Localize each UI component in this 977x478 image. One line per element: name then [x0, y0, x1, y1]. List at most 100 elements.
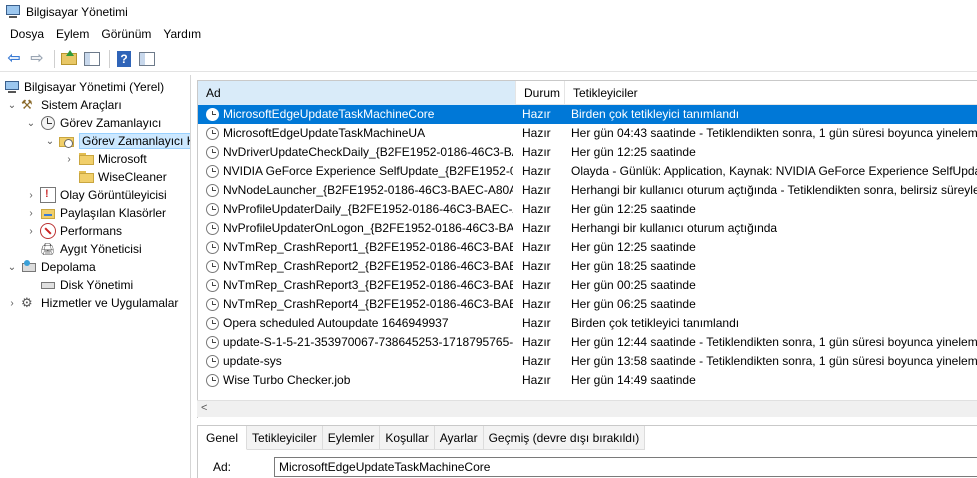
forward-button[interactable]: ⇨ — [27, 49, 47, 69]
tree-item-microsoft[interactable]: › Microsoft — [63, 150, 146, 168]
tree-item-computer-management[interactable]: Bilgisayar Yönetimi (Yerel) — [4, 78, 164, 96]
toolbar: ⇦ ⇨ ? — [0, 46, 977, 72]
tree-item-performance[interactable]: › Performans — [25, 222, 122, 240]
task-trigger-cell: Her gün 00:25 saatinde — [571, 278, 696, 292]
task-status-cell: Hazır — [522, 240, 551, 254]
task-clock-icon — [206, 108, 219, 121]
show-hide-action-pane-button[interactable] — [137, 49, 157, 69]
tree-item-label: Görev Zamanlayıcı K — [79, 133, 190, 149]
tab-actions[interactable]: Eylemler — [322, 426, 381, 450]
tree-item-label: Olay Görüntüleyicisi — [60, 188, 167, 202]
tree-item-task-scheduler[interactable]: ⌄ Görev Zamanlayıcı — [25, 114, 161, 132]
tab-settings[interactable]: Ayarlar — [434, 426, 484, 450]
toolbar-separator — [54, 49, 55, 68]
table-row[interactable]: NvProfileUpdaterDaily_{B2FE1952-0186-46C… — [198, 200, 977, 219]
tab-general[interactable]: Genel — [198, 426, 248, 450]
task-status-cell: Hazır — [522, 259, 551, 273]
tree-item-storage[interactable]: ⌄ Depolama — [6, 258, 96, 276]
table-row[interactable]: NvTmRep_CrashReport3_{B2FE1952-0186-46C3… — [198, 276, 977, 295]
menu-view[interactable]: Görünüm — [95, 24, 157, 44]
back-button[interactable]: ⇦ — [4, 49, 24, 69]
scroll-left-icon[interactable]: < — [201, 402, 207, 414]
task-trigger-cell: Herhangi bir kullanıcı oturum açtığında … — [571, 183, 977, 197]
task-name-cell: Opera scheduled Autoupdate 1646949937 — [223, 316, 449, 330]
chevron-right-icon[interactable]: › — [25, 189, 37, 201]
column-header-name[interactable]: Ad — [198, 81, 516, 105]
task-clock-icon — [206, 355, 219, 368]
table-row[interactable]: MicrosoftEdgeUpdateTaskMachineCore Hazır B… — [198, 105, 977, 124]
menu-action[interactable]: Eylem — [50, 24, 95, 44]
chevron-down-icon[interactable]: ⌄ — [6, 261, 18, 273]
navigation-tree: Bilgisayar Yönetimi (Yerel) ⌄ ⚒ Sistem A… — [0, 75, 191, 478]
table-row[interactable]: update-sys Hazır Her gün 13:58 saatinde - … — [198, 352, 977, 371]
chevron-down-icon[interactable]: ⌄ — [6, 99, 18, 111]
menu-help[interactable]: Yardım — [157, 24, 207, 44]
chevron-right-icon[interactable]: › — [25, 225, 37, 237]
name-field[interactable]: MicrosoftEdgeUpdateTaskMachineCore — [274, 457, 977, 477]
tree-item-task-scheduler-library[interactable]: ⌄ Görev Zamanlayıcı K — [44, 132, 190, 150]
tree-item-services-applications[interactable]: › ⚙ Hizmetler ve Uygulamalar — [6, 294, 178, 312]
task-status-cell: Hazır — [522, 221, 551, 235]
table-row[interactable]: Wise Turbo Checker.job Hazır Her gün 14:49… — [198, 371, 977, 390]
computer-management-icon — [5, 5, 21, 19]
tab-conditions[interactable]: Koşullar — [380, 426, 435, 450]
chevron-right-icon[interactable]: › — [6, 297, 18, 309]
table-row[interactable]: NvTmRep_CrashReport2_{B2FE1952-0186-46C3… — [198, 257, 977, 276]
tree-item-wisecleaner[interactable]: WiseCleaner — [78, 168, 167, 186]
chevron-down-icon[interactable]: ⌄ — [44, 135, 56, 147]
tree-item-label: Görev Zamanlayıcı — [60, 116, 162, 130]
tree-item-disk-management[interactable]: Disk Yönetimi — [40, 276, 133, 294]
folder-icon — [78, 169, 94, 185]
task-status-cell: Hazır — [522, 145, 551, 159]
task-status-cell: Hazır — [522, 354, 551, 368]
chevron-right-icon[interactable]: › — [25, 207, 37, 219]
table-row[interactable]: NvTmRep_CrashReport1_{B2FE1952-0186-46C3… — [198, 238, 977, 257]
table-row[interactable]: NvDriverUpdateCheckDaily_{B2FE1952-0186-… — [198, 143, 977, 162]
help-button[interactable]: ? — [114, 49, 134, 69]
task-list: Ad Durum Tetikleyiciler MicrosoftEdgeUpd… — [197, 80, 977, 418]
task-status-cell: Hazır — [522, 335, 551, 349]
menu-bar: Dosya Eylem Görünüm Yardım — [0, 24, 977, 44]
task-name-cell: NvProfileUpdaterOnLogon_{B2FE1952-0186-4… — [223, 221, 513, 235]
task-trigger-cell: Birden çok tetikleyici tanımlandı — [571, 107, 740, 121]
up-folder-button[interactable] — [59, 49, 79, 69]
tree-item-label: Bilgisayar Yönetimi (Yerel) — [24, 80, 165, 94]
tree-item-label: Performans — [60, 224, 123, 238]
column-header-triggers[interactable]: Tetikleyiciler — [565, 81, 977, 105]
tree-item-label: Sistem Araçları — [41, 98, 122, 112]
table-row[interactable]: NVIDIA GeForce Experience SelfUpdate_{B2… — [198, 162, 977, 181]
table-row[interactable]: update-S-1-5-21-353970067-738645253-1718… — [198, 333, 977, 352]
task-clock-icon — [206, 127, 219, 140]
tab-history[interactable]: Geçmiş (devre dışı bırakıldı) — [483, 426, 646, 450]
clock-folder-icon — [59, 133, 75, 149]
chevron-right-icon[interactable]: › — [63, 153, 75, 165]
tree-item-label: WiseCleaner — [98, 170, 167, 184]
task-clock-icon — [206, 203, 219, 216]
tree-item-shared-folders[interactable]: › Paylaşılan Klasörler — [25, 204, 166, 222]
column-header-status[interactable]: Durum — [516, 81, 565, 105]
table-row[interactable]: NvProfileUpdaterOnLogon_{B2FE1952-0186-4… — [198, 219, 977, 238]
task-name-cell: update-S-1-5-21-353970067-738645253-1718… — [223, 335, 513, 349]
tree-item-label: Depolama — [41, 260, 96, 274]
horizontal-scrollbar[interactable]: < — [197, 400, 977, 417]
task-clock-icon — [206, 184, 219, 197]
task-clock-icon — [206, 374, 219, 387]
storage-icon — [21, 259, 37, 275]
menu-file[interactable]: Dosya — [4, 24, 50, 44]
task-name-cell: NvProfileUpdaterDaily_{B2FE1952-0186-46C… — [223, 202, 513, 216]
tree-item-device-manager[interactable]: 🖨 Aygıt Yöneticisi — [40, 240, 142, 258]
event-viewer-icon — [40, 187, 56, 203]
task-clock-icon — [206, 298, 219, 311]
task-name-cell: NVIDIA GeForce Experience SelfUpdate_{B2… — [223, 164, 513, 178]
table-row[interactable]: NvNodeLauncher_{B2FE1952-0186-46C3-BAEC-… — [198, 181, 977, 200]
title-bar: Bilgisayar Yönetimi — [0, 0, 977, 24]
tab-triggers[interactable]: Tetikleyiciler — [247, 426, 323, 450]
chevron-down-icon[interactable]: ⌄ — [25, 117, 37, 129]
task-trigger-cell: Her gün 06:25 saatinde — [571, 297, 696, 311]
tree-item-event-viewer[interactable]: › Olay Görüntüleyicisi — [25, 186, 167, 204]
tree-item-system-tools[interactable]: ⌄ ⚒ Sistem Araçları — [6, 96, 122, 114]
show-hide-tree-button[interactable] — [82, 49, 102, 69]
table-row[interactable]: NvTmRep_CrashReport4_{B2FE1952-0186-46C3… — [198, 295, 977, 314]
table-row[interactable]: Opera scheduled Autoupdate 1646949937 Haz… — [198, 314, 977, 333]
table-row[interactable]: MicrosoftEdgeUpdateTaskMachineUA Hazır Her… — [198, 124, 977, 143]
